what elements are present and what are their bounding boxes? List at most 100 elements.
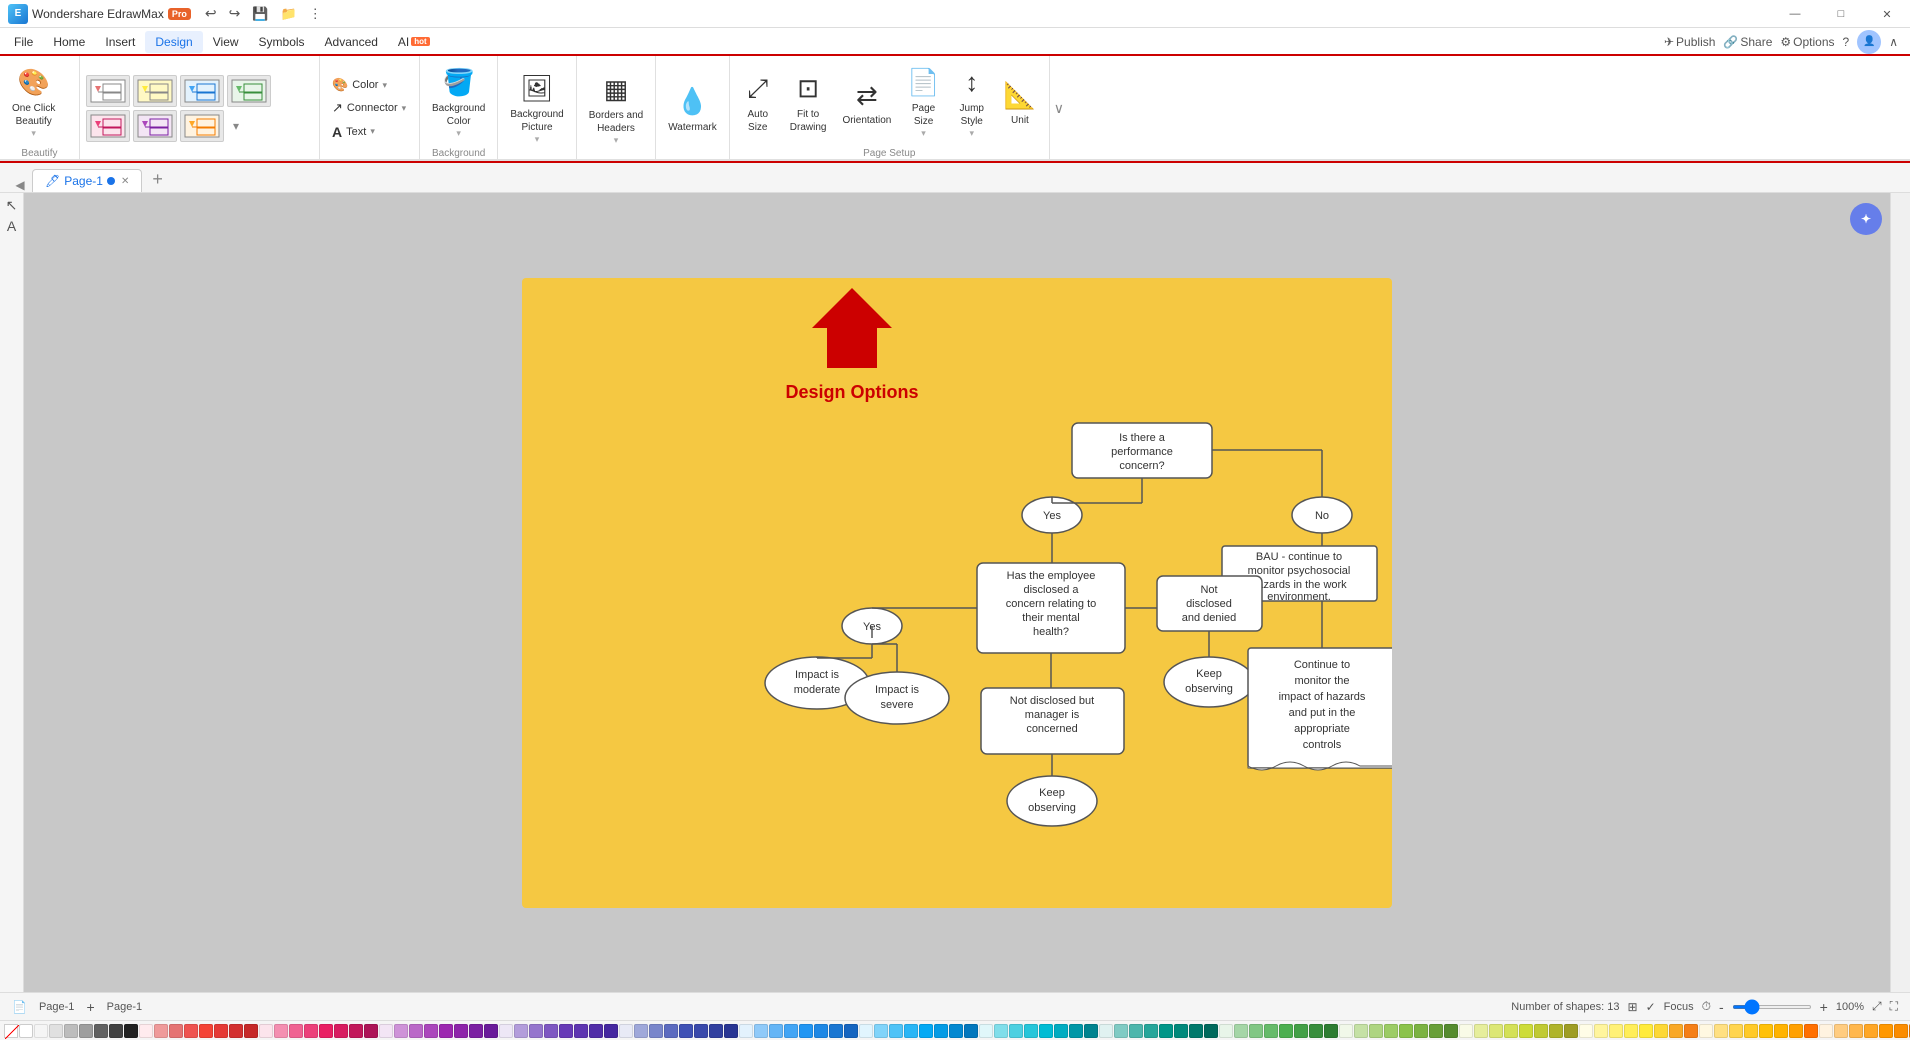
color-swatch-47[interactable] [724,1024,738,1038]
color-swatch-113[interactable] [1714,1024,1728,1038]
color-swatch-21[interactable] [334,1024,348,1038]
color-swatch-18[interactable] [289,1024,303,1038]
color-swatch-20[interactable] [319,1024,333,1038]
style-btn-1[interactable] [86,75,130,107]
select-tool[interactable]: ↖ [6,197,18,214]
color-swatch-40[interactable] [619,1024,633,1038]
color-swatch-78[interactable] [1189,1024,1203,1038]
options-btn[interactable]: ⚙ Options [1780,35,1834,49]
color-swatch-123[interactable] [1864,1024,1878,1038]
color-swatch-31[interactable] [484,1024,498,1038]
color-swatch-67[interactable] [1024,1024,1038,1038]
ai-assist-btn[interactable]: ✦ [1850,203,1882,235]
color-swatch-87[interactable] [1324,1024,1338,1038]
color-swatch-14[interactable] [229,1024,243,1038]
color-swatch-105[interactable] [1594,1024,1608,1038]
more-icon[interactable]: ⋮ [305,4,326,24]
color-swatch-77[interactable] [1174,1024,1188,1038]
color-swatch-122[interactable] [1849,1024,1863,1038]
color-swatch-103[interactable] [1564,1024,1578,1038]
color-swatch-54[interactable] [829,1024,843,1038]
undo-btn[interactable]: ↩ [201,3,221,24]
color-swatch-108[interactable] [1639,1024,1653,1038]
close-btn[interactable]: ✕ [1864,0,1910,28]
page-size-btn[interactable]: 📄 PageSize ▾ [901,69,945,137]
menu-advanced[interactable]: Advanced [315,31,388,53]
style-nav-arrow[interactable]: ▾ [227,110,245,142]
style-btn-6[interactable] [133,110,177,142]
minimize-btn[interactable]: — [1772,0,1818,28]
style-btn-5[interactable] [86,110,130,142]
color-swatch-1[interactable] [34,1024,48,1038]
color-swatch-84[interactable] [1279,1024,1293,1038]
color-swatch-12[interactable] [199,1024,213,1038]
color-swatch-27[interactable] [424,1024,438,1038]
color-swatch-32[interactable] [499,1024,513,1038]
color-swatch-24[interactable] [379,1024,393,1038]
menu-file[interactable]: File [4,31,43,53]
main-canvas[interactable]: Design Options Is there a performance co… [24,193,1890,992]
avatar[interactable]: 👤 [1857,30,1881,54]
color-swatch-61[interactable] [934,1024,948,1038]
fit-drawing-btn[interactable]: ⊡ Fit toDrawing [784,69,833,137]
add-page-btn[interactable]: + [86,999,94,1015]
color-swatch-55[interactable] [844,1024,858,1038]
redo-btn[interactable]: ↪ [225,3,245,24]
color-swatch-29[interactable] [454,1024,468,1038]
color-swatch-116[interactable] [1759,1024,1773,1038]
color-swatch-59[interactable] [904,1024,918,1038]
color-swatch-104[interactable] [1579,1024,1593,1038]
color-swatch-0[interactable] [19,1024,33,1038]
no-color-swatch[interactable] [4,1024,18,1038]
color-swatch-109[interactable] [1654,1024,1668,1038]
color-swatch-90[interactable] [1369,1024,1383,1038]
color-swatch-13[interactable] [214,1024,228,1038]
color-swatch-23[interactable] [364,1024,378,1038]
tab-nav-left[interactable]: ◀ [8,178,32,192]
color-swatch-98[interactable] [1489,1024,1503,1038]
text-btn[interactable]: A Text ▾ [326,122,412,142]
color-swatch-107[interactable] [1624,1024,1638,1038]
color-swatch-112[interactable] [1699,1024,1713,1038]
add-tab-btn[interactable]: + [146,167,169,192]
color-swatch-79[interactable] [1204,1024,1218,1038]
color-swatch-125[interactable] [1894,1024,1908,1038]
color-swatch-76[interactable] [1159,1024,1173,1038]
focus-btn[interactable]: Focus [1664,1001,1694,1013]
color-swatch-75[interactable] [1144,1024,1158,1038]
color-swatch-96[interactable] [1459,1024,1473,1038]
share-btn[interactable]: 🔗 Share [1723,35,1772,49]
folder-icon[interactable]: 📁 [277,4,301,24]
menu-ai[interactable]: AI hot [388,31,440,53]
connector-btn[interactable]: ↗ Connector ▾ [326,98,412,118]
color-swatch-60[interactable] [919,1024,933,1038]
one-click-beautify-btn[interactable]: 🎨 One ClickBeautify ▾ [6,69,61,137]
color-swatch-124[interactable] [1879,1024,1893,1038]
color-swatch-46[interactable] [709,1024,723,1038]
color-swatch-111[interactable] [1684,1024,1698,1038]
color-swatch-17[interactable] [274,1024,288,1038]
color-swatch-70[interactable] [1069,1024,1083,1038]
color-swatch-26[interactable] [409,1024,423,1038]
color-swatch-22[interactable] [349,1024,363,1038]
style-btn-4[interactable] [227,75,271,107]
color-swatch-56[interactable] [859,1024,873,1038]
menu-symbols[interactable]: Symbols [249,31,315,53]
color-swatch-25[interactable] [394,1024,408,1038]
menu-home[interactable]: Home [43,31,95,53]
color-swatch-45[interactable] [694,1024,708,1038]
color-swatch-2[interactable] [49,1024,63,1038]
tab-page1[interactable]: 🖊 Page-1 ✕ [32,169,142,192]
menu-insert[interactable]: Insert [95,31,145,53]
color-swatch-97[interactable] [1474,1024,1488,1038]
color-swatch-114[interactable] [1729,1024,1743,1038]
spellcheck-icon[interactable]: ✓ [1646,1000,1656,1014]
color-swatch-93[interactable] [1414,1024,1428,1038]
zoom-out-btn[interactable]: - [1719,999,1724,1015]
jump-style-btn[interactable]: ↕ JumpStyle ▾ [950,69,994,137]
color-swatch-33[interactable] [514,1024,528,1038]
page-name-btn[interactable]: Page-1 [107,1001,142,1013]
publish-btn[interactable]: ✈ Publish [1664,35,1715,49]
color-swatch-68[interactable] [1039,1024,1053,1038]
color-swatch-95[interactable] [1444,1024,1458,1038]
